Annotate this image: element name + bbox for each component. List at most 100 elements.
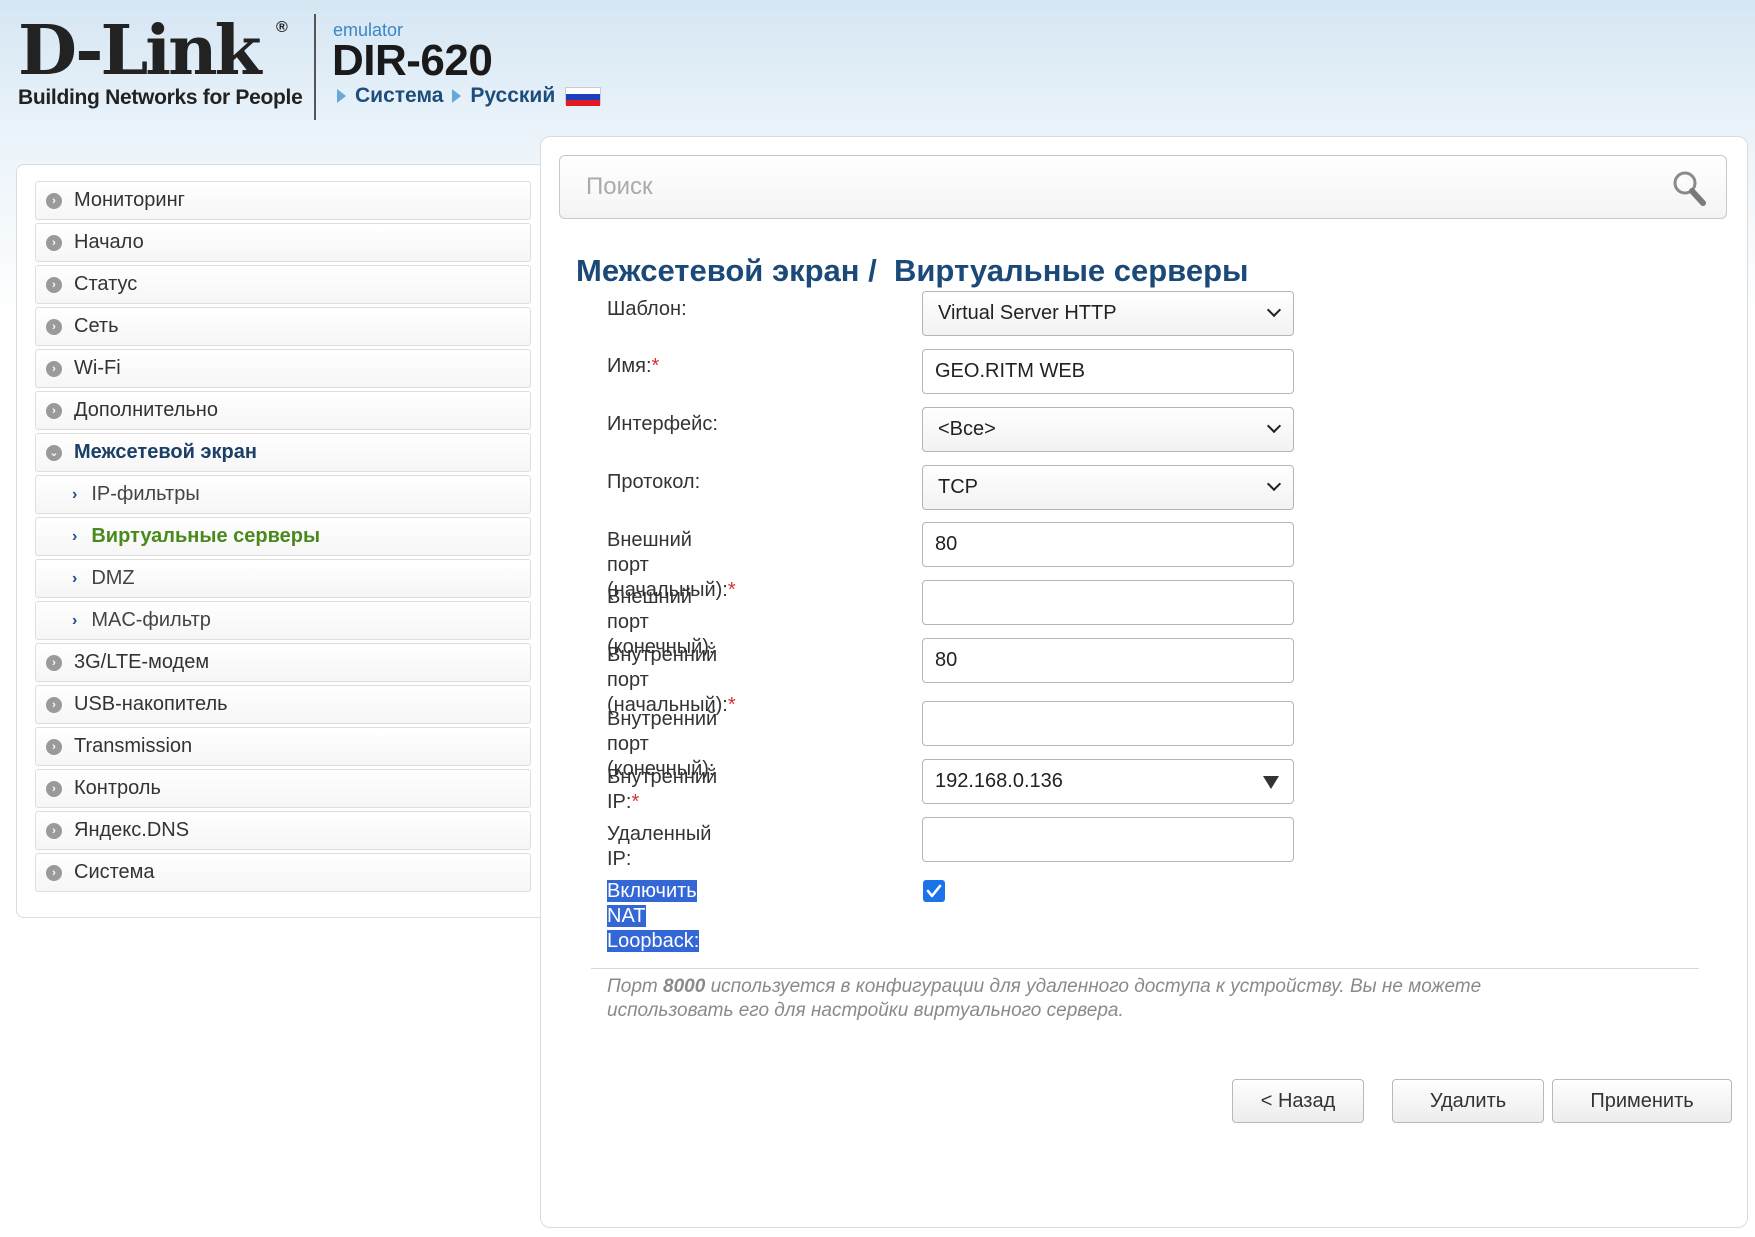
external-port-start-field[interactable]: 80: [922, 522, 1294, 567]
sidebar-item-label: DMZ: [91, 567, 135, 589]
expand-icon: ›: [46, 822, 62, 839]
page-title-current: Виртуальные серверы: [893, 253, 1249, 288]
expand-icon: ›: [46, 360, 62, 377]
sidebar-item-start[interactable]: › Начало: [35, 223, 531, 262]
sidebar-item-wifi[interactable]: › Wi-Fi: [35, 349, 531, 388]
sidebar-item-advanced[interactable]: › Дополнительно: [35, 391, 531, 430]
protocol-label: Протокол:: [607, 471, 701, 493]
name-label: Имя:*: [607, 355, 660, 377]
name-field-value: GEO.RITM WEB: [935, 360, 1085, 382]
expand-icon: ›: [46, 696, 62, 713]
chevron-down-icon: [1266, 418, 1282, 434]
sidebar-item-label: 3G/LTE-модем: [74, 651, 210, 673]
divider: [591, 968, 1699, 969]
sidebar-item-system[interactable]: › Система: [35, 853, 531, 892]
sidebar-item-label: Система: [74, 861, 155, 883]
sidebar-item-label: Transmission: [74, 735, 193, 757]
back-button[interactable]: < Назад: [1232, 1079, 1364, 1123]
page-title: Межсетевой экран / Виртуальные серверы: [576, 253, 1249, 289]
external-port-start-value: 80: [935, 533, 958, 555]
sidebar-item-label: Мониторинг: [74, 189, 185, 211]
sidebar-item-label: Дополнительно: [74, 399, 218, 421]
sidebar: › Мониторинг › Начало › Статус › Сеть › …: [16, 164, 546, 918]
interface-select[interactable]: <Все>: [922, 407, 1294, 452]
remote-ip-field[interactable]: [922, 817, 1294, 862]
sidebar-item-firewall[interactable]: ⌄ Межсетевой экран: [35, 433, 531, 472]
internal-ip-label: Внутренний IP:*: [607, 766, 718, 813]
expand-icon: ›: [46, 276, 62, 293]
search-input[interactable]: [560, 156, 1660, 218]
template-select[interactable]: Virtual Server HTTP: [922, 291, 1294, 336]
sidebar-item-control[interactable]: › Контроль: [35, 769, 531, 808]
sidebar-item-label: Статус: [74, 273, 138, 295]
sidebar-item-transmission[interactable]: › Transmission: [35, 727, 531, 766]
header: D-Link ® Building Networks for People em…: [0, 0, 1755, 125]
external-port-end-field[interactable]: [922, 580, 1294, 625]
sidebar-item-label: Яндекс.DNS: [74, 819, 190, 841]
expand-icon: ›: [46, 318, 62, 335]
search-icon[interactable]: [1672, 170, 1706, 206]
chevron-right-icon: ›: [72, 611, 78, 629]
interface-label: Интерфейс:: [607, 413, 718, 435]
port-note: Порт 8000 используется в конфигурации дл…: [607, 976, 1482, 1021]
sidebar-item-label: Контроль: [74, 777, 161, 799]
nat-loopback-checkbox[interactable]: [923, 880, 945, 902]
required-mark: *: [631, 791, 640, 813]
sidebar-item-yandex-dns[interactable]: › Яндекс.DNS: [35, 811, 531, 850]
required-mark: *: [727, 694, 736, 716]
collapse-icon: ⌄: [46, 444, 62, 461]
page-title-section: Межсетевой экран: [576, 253, 860, 288]
sidebar-item-label: Сеть: [74, 315, 119, 337]
expand-icon: ›: [46, 402, 62, 419]
dlink-logo[interactable]: D-Link ® Building Networks for People: [18, 17, 303, 110]
sidebar-item-virtual-servers[interactable]: › Виртуальные серверы: [35, 517, 531, 556]
sidebar-menu: › Мониторинг › Начало › Статус › Сеть › …: [35, 181, 531, 895]
breadcrumb-arrow-icon: [337, 89, 346, 103]
chevron-down-icon: [1266, 302, 1282, 318]
breadcrumb-arrow-icon: [452, 89, 462, 103]
sidebar-item-network[interactable]: › Сеть: [35, 307, 531, 346]
model-name: DIR-620: [332, 36, 493, 85]
sidebar-item-dmz[interactable]: › DMZ: [35, 559, 531, 598]
internal-port-start-value: 80: [935, 649, 958, 671]
chevron-down-icon: [1266, 476, 1282, 492]
checkmark-icon: [926, 884, 942, 898]
sidebar-item-label: MAC-фильтр: [91, 609, 211, 631]
interface-select-value: <Все>: [938, 418, 996, 440]
note-port-number: 8000: [663, 976, 706, 997]
internal-port-start-field[interactable]: 80: [922, 638, 1294, 683]
language-link[interactable]: Русский: [470, 84, 555, 108]
russian-flag-icon[interactable]: [565, 87, 602, 106]
internal-port-end-field[interactable]: [922, 701, 1294, 746]
header-divider: [314, 14, 316, 120]
sidebar-item-label: Wi-Fi: [74, 357, 121, 379]
internal-ip-value: 192.168.0.136: [935, 770, 1063, 792]
nat-loopback-label-text: Включить NAT Loopback:: [607, 880, 700, 952]
chevron-right-icon: ›: [72, 527, 78, 545]
sidebar-item-monitoring[interactable]: › Мониторинг: [35, 181, 531, 220]
sidebar-item-3g-lte-modem[interactable]: › 3G/LTE-модем: [35, 643, 531, 682]
sidebar-item-ip-filters[interactable]: › IP-фильтры: [35, 475, 531, 514]
template-label: Шаблон:: [607, 298, 687, 320]
sidebar-item-mac-filter[interactable]: › MAC-фильтр: [35, 601, 531, 640]
protocol-select[interactable]: TCP: [922, 465, 1294, 510]
breadcrumb-system-link[interactable]: Система: [355, 84, 443, 108]
delete-button[interactable]: Удалить: [1392, 1079, 1544, 1123]
sidebar-item-label: USB-накопитель: [74, 693, 228, 715]
apply-button[interactable]: Применить: [1552, 1079, 1732, 1123]
page-title-separator: /: [859, 253, 894, 288]
expand-icon: ›: [46, 654, 62, 671]
sidebar-item-status[interactable]: › Статус: [35, 265, 531, 304]
expand-icon: ›: [46, 192, 62, 209]
sidebar-item-usb-storage[interactable]: › USB-накопитель: [35, 685, 531, 724]
required-mark: *: [727, 579, 736, 601]
required-mark: *: [651, 355, 660, 377]
chevron-right-icon: ›: [72, 569, 78, 587]
name-field[interactable]: GEO.RITM WEB: [922, 349, 1294, 394]
sidebar-item-label: Виртуальные серверы: [91, 525, 321, 547]
chevron-right-icon: ›: [72, 485, 78, 503]
expand-icon: ›: [46, 780, 62, 797]
template-select-value: Virtual Server HTTP: [938, 302, 1117, 324]
internal-ip-combobox[interactable]: 192.168.0.136: [922, 759, 1294, 804]
dropdown-triangle-icon[interactable]: [1263, 776, 1279, 789]
